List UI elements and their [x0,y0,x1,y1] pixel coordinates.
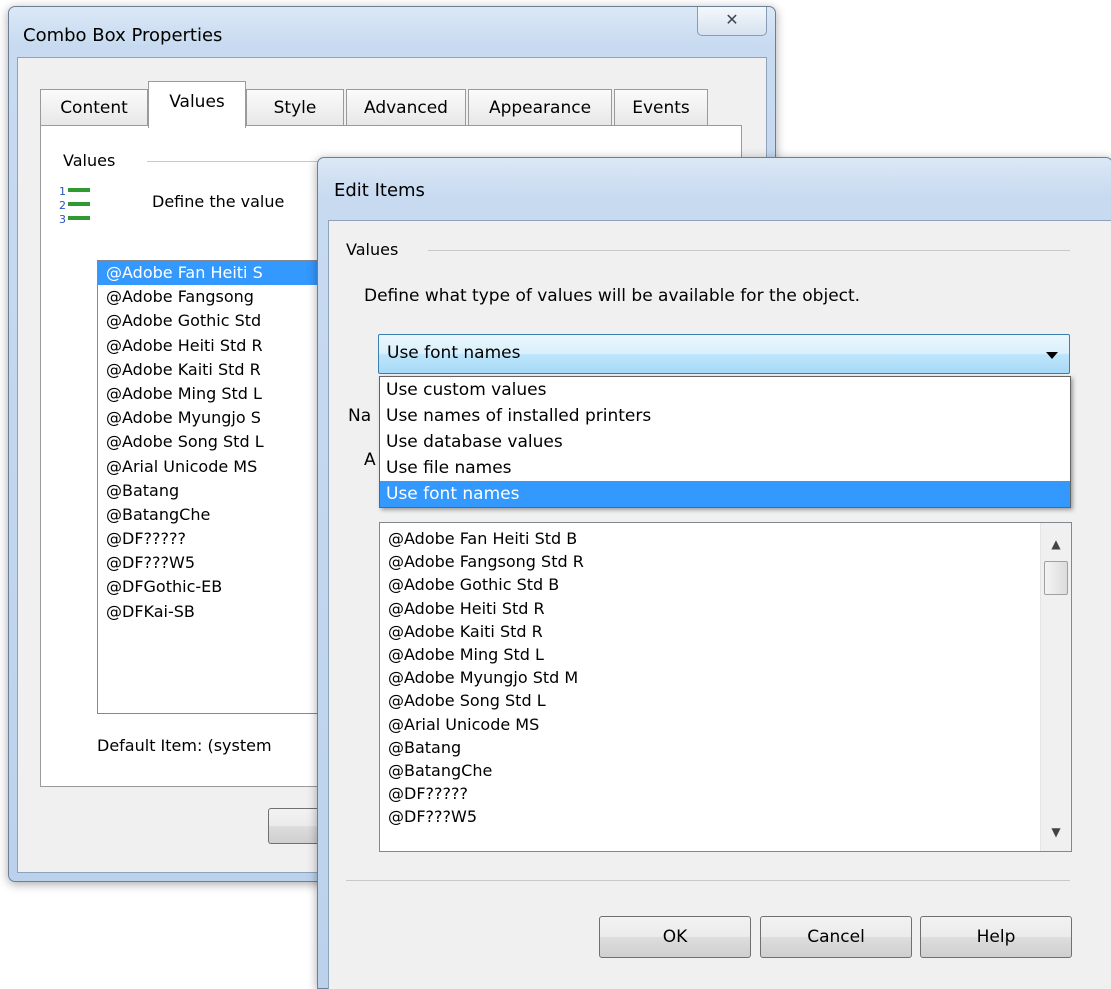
default-item-label: Default Item: (system [97,736,272,755]
chevron-down-icon [1046,352,1058,359]
cancel-label: Cancel [807,927,865,947]
partial-a-label: A [364,450,376,470]
option-label: Use custom values [386,380,547,400]
list-item[interactable]: @Adobe Fan Heiti S [98,261,328,286]
font-list-item[interactable]: @BatangChe [380,759,1071,782]
list-item[interactable]: @Adobe Song Std L [98,430,328,454]
background-value-list[interactable]: @Adobe Fan Heiti S @Adobe Fangsong @Adobe … [97,260,328,714]
help-label: Help [976,927,1016,947]
tab-label: Events [632,98,690,118]
tab-events[interactable]: Events [614,89,708,126]
tab-label: Style [273,98,317,118]
tab-label: Appearance [488,98,592,118]
option-label: Use font names [386,484,520,504]
dropdown-option[interactable]: Use custom values [380,377,1070,403]
list-item[interactable]: @DFKai-SB [98,600,328,624]
tab-label: Values [169,92,225,112]
scroll-up-icon[interactable]: ▲ [1041,537,1071,551]
vertical-scrollbar[interactable]: ▲ ▼ [1040,523,1071,851]
edit-description: Define what type of values will be avail… [364,286,861,306]
option-label: Use file names [386,458,512,478]
value-type-combobox[interactable]: Use font names [378,334,1070,374]
list-item[interactable]: @DF???W5 [98,551,328,575]
tab-values[interactable]: Values [148,81,246,128]
edit-group-divider [428,250,1070,251]
close-button[interactable]: ✕ [697,7,767,36]
cancel-button[interactable]: Cancel [760,916,912,958]
values-group-label: Values [63,151,116,170]
list-item[interactable]: @Adobe Myungjo S [98,406,328,430]
tab-content[interactable]: Content [40,89,148,126]
tab-label: Content [60,98,128,118]
option-label: Use names of installed printers [386,406,652,426]
value-type-dropdown: Use custom values Use names of installed… [379,376,1071,508]
combo-selected-value: Use font names [387,343,521,363]
font-names-list[interactable]: @Adobe Fan Heiti Std B @Adobe Fangsong St… [379,522,1072,852]
list-item[interactable]: @Batang [98,479,328,503]
svg-text:1: 1 [59,185,66,198]
list-item[interactable]: @Adobe Ming Std L [98,382,328,406]
list-item[interactable]: @DFGothic-EB [98,575,328,599]
ok-label: OK [662,927,688,947]
list-item[interactable]: @DF????? [98,527,328,551]
font-list-item[interactable]: @Adobe Fan Heiti Std B [380,527,1071,550]
font-list-item[interactable]: @DF????? [380,782,1071,805]
close-icon: ✕ [725,10,739,29]
dropdown-option[interactable]: Use database values [380,429,1070,455]
tab-advanced[interactable]: Advanced [346,89,466,126]
font-list-item[interactable]: @Adobe Gothic Std B [380,573,1071,596]
list-item[interactable]: @Adobe Heiti Std R [98,334,328,358]
svg-text:3: 3 [59,213,66,226]
font-list-item[interactable]: @Adobe Kaiti Std R [380,620,1071,643]
dropdown-option[interactable]: Use names of installed printers [380,403,1070,429]
list-item[interactable]: @BatangChe [98,503,328,527]
ok-button[interactable]: OK [599,916,751,958]
svg-text:2: 2 [59,199,66,212]
list-item[interactable]: @Adobe Gothic Std [98,309,328,333]
window-title: Combo Box Properties [23,25,223,46]
bottom-divider [346,880,1070,881]
scrollbar-thumb[interactable] [1044,561,1068,595]
numbered-list-icon: 1 2 3 [59,185,90,226]
font-list-item[interactable]: @Arial Unicode MS [380,713,1071,736]
font-list-item[interactable]: @Adobe Heiti Std R [380,597,1071,620]
font-list-item[interactable]: @Batang [380,736,1071,759]
dropdown-option[interactable]: Use file names [380,455,1070,481]
font-list-item[interactable]: @Adobe Myungjo Std M [380,666,1071,689]
list-item[interactable]: @Adobe Fangsong [98,285,328,309]
tab-appearance[interactable]: Appearance [468,89,612,126]
option-label: Use database values [386,432,563,452]
font-list-item[interactable]: @Adobe Ming Std L [380,643,1071,666]
font-list-item[interactable]: @Adobe Song Std L [380,689,1071,712]
edit-values-group-label: Values [346,240,399,259]
tab-style[interactable]: Style [246,89,344,126]
edit-items-title: Edit Items [334,180,425,201]
scroll-down-icon[interactable]: ▼ [1041,825,1071,839]
list-item[interactable]: @Arial Unicode MS [98,455,328,479]
font-list-item[interactable]: @Adobe Fangsong Std R [380,550,1071,573]
tab-label: Advanced [364,98,448,118]
help-button[interactable]: Help [920,916,1072,958]
font-list-item[interactable]: @DF???W5 [380,805,1071,828]
dropdown-option-selected[interactable]: Use font names [380,481,1070,507]
list-item[interactable]: @Adobe Kaiti Std R [98,358,328,382]
values-description: Define the value [152,192,285,211]
partial-name-label: Na [348,406,372,426]
